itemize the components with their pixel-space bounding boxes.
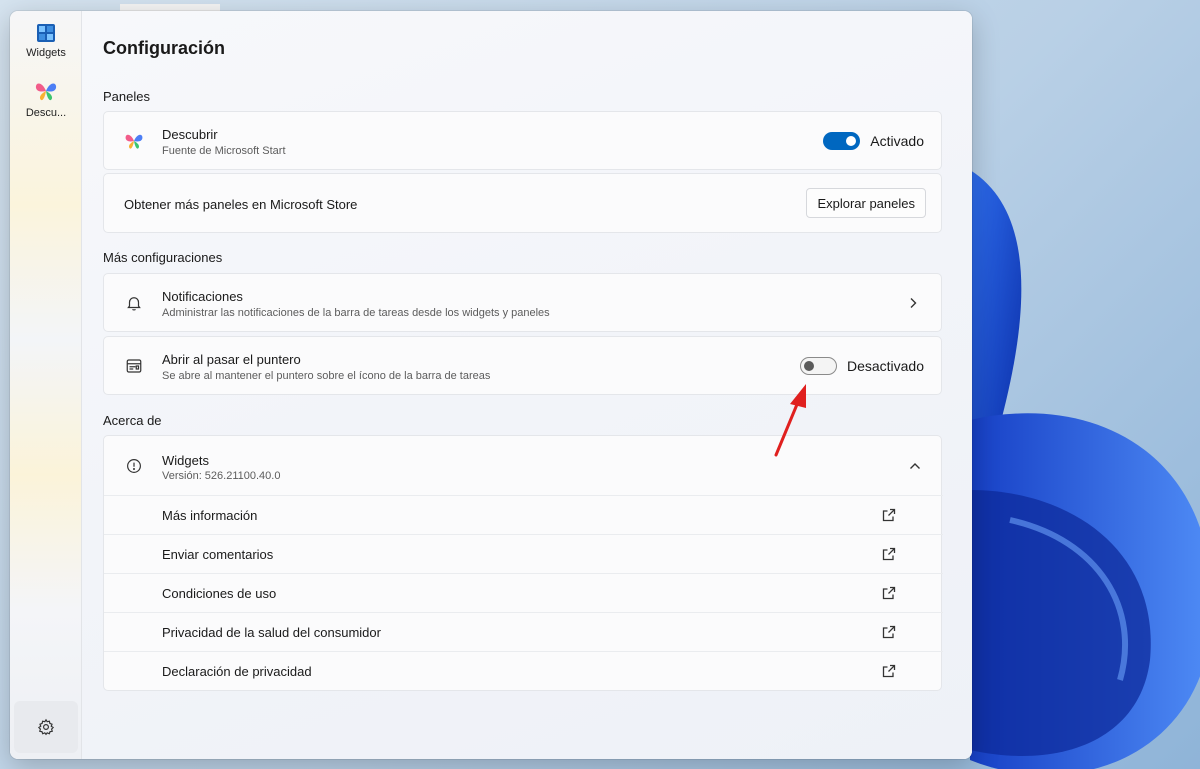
card-title: Descubrir xyxy=(162,127,218,142)
toggle-state-label: Activado xyxy=(870,132,924,149)
rail-item-label: Widgets xyxy=(26,47,66,59)
annotation-arrow-icon xyxy=(774,384,806,457)
link-label: Enviar comentarios xyxy=(162,547,274,562)
card-subtitle: Se abre al mantener el puntero sobre el … xyxy=(162,370,491,382)
external-link-icon xyxy=(882,586,896,600)
version-text: Versión: 526.21100.40.0 xyxy=(162,470,281,482)
page-title: Configuración xyxy=(103,38,225,58)
settings-content: Configuración Paneles Descubrir Fuente d… xyxy=(82,11,972,759)
chevron-up-icon xyxy=(907,458,923,474)
gear-icon xyxy=(37,718,55,736)
explore-panels-button[interactable]: Explorar paneles xyxy=(806,188,926,218)
card-subtitle: Fuente de Microsoft Start xyxy=(162,145,286,157)
navigation-rail: Widgets Descu... xyxy=(10,11,82,759)
about-card: Widgets Versión: 526.21100.40.0 Más info… xyxy=(103,435,943,691)
section-header-acerca: Acerca de xyxy=(103,413,162,428)
card-title: Notificaciones xyxy=(162,289,243,304)
link-condiciones-de-uso[interactable]: Condiciones de uso xyxy=(104,573,943,612)
chevron-right-icon xyxy=(905,295,921,311)
external-link-icon xyxy=(882,625,896,639)
link-mas-informacion[interactable]: Más información xyxy=(104,495,943,534)
notifications-card[interactable]: Notificaciones Administrar las notificac… xyxy=(103,273,942,332)
hover-open-toggle[interactable] xyxy=(799,356,837,375)
butterfly-icon xyxy=(124,131,144,151)
card-title: Abrir al pasar el puntero xyxy=(162,352,301,367)
external-link-icon xyxy=(882,547,896,561)
store-text: Obtener más paneles en Microsoft Store xyxy=(124,197,358,212)
card-title: Widgets xyxy=(162,453,209,468)
widgets-icon xyxy=(37,24,55,42)
link-label: Privacidad de la salud del consumidor xyxy=(162,625,381,640)
link-label: Declaración de privacidad xyxy=(162,664,312,679)
rail-item-widgets[interactable]: Widgets xyxy=(14,21,78,73)
panel-card-descubrir: Descubrir Fuente de Microsoft Start Acti… xyxy=(103,111,942,170)
hover-open-toggle-group: Desactivado xyxy=(799,356,924,375)
external-link-icon xyxy=(882,508,896,522)
widgets-settings-window: Widgets Descu... Configuración Paneles D… xyxy=(10,11,972,759)
panel-window-icon xyxy=(124,356,144,376)
descubrir-toggle-group: Activado xyxy=(823,131,924,150)
rail-item-label: Descu... xyxy=(25,107,67,119)
butterfly-icon xyxy=(35,83,57,101)
section-header-paneles: Paneles xyxy=(103,89,150,104)
link-label: Más información xyxy=(162,508,258,523)
store-card: Obtener más paneles en Microsoft Store E… xyxy=(103,173,942,233)
info-icon xyxy=(124,456,144,476)
link-enviar-comentarios[interactable]: Enviar comentarios xyxy=(104,534,943,573)
external-link-icon xyxy=(882,664,896,678)
card-subtitle: Administrar las notificaciones de la bar… xyxy=(162,307,550,319)
rail-item-descubrir[interactable]: Descu... xyxy=(14,77,78,129)
section-header-mas: Más configuraciones xyxy=(103,250,223,265)
link-declaracion-privacidad[interactable]: Declaración de privacidad xyxy=(104,651,943,690)
rail-item-settings[interactable] xyxy=(14,701,78,753)
bell-icon xyxy=(124,293,144,313)
descubrir-toggle[interactable] xyxy=(823,131,861,150)
link-privacidad-salud[interactable]: Privacidad de la salud del consumidor xyxy=(104,612,943,651)
link-label: Condiciones de uso xyxy=(162,586,277,601)
toggle-state-label: Desactivado xyxy=(846,357,924,374)
